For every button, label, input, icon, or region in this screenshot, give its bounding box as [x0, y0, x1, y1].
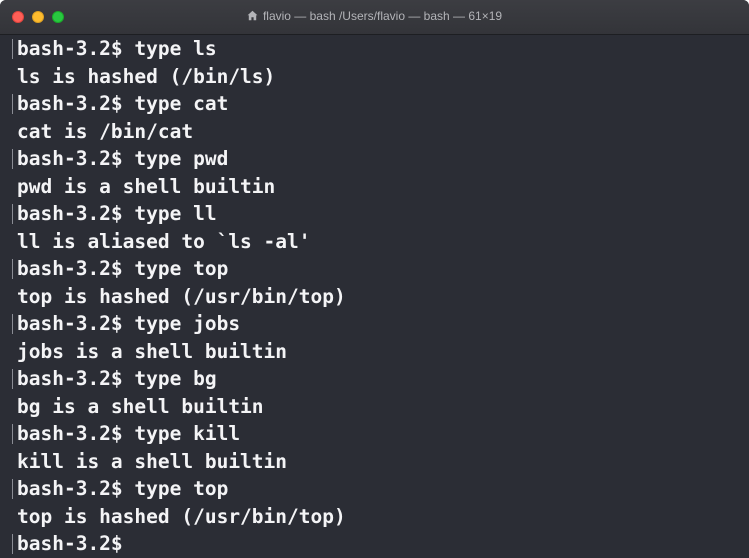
home-icon	[247, 10, 258, 21]
window-title: flavio — bash /Users/flavio — bash — 61×…	[0, 9, 749, 23]
terminal-window: flavio — bash /Users/flavio — bash — 61×…	[0, 0, 749, 558]
output-line: kill is a shell builtin	[17, 449, 288, 473]
prompt-line: bash-3.2$ type jobs	[12, 310, 749, 338]
prompt-line: bash-3.2$ type cat	[12, 90, 749, 118]
prompt-line: bash-3.2$ type pwd	[12, 145, 749, 173]
prompt-line: bash-3.2$ type kill	[12, 420, 749, 448]
output-line: ll is aliased to `ls -al'	[17, 229, 311, 253]
output-line: ls is hashed (/bin/ls)	[17, 64, 276, 88]
title-bar[interactable]: flavio — bash /Users/flavio — bash — 61×…	[0, 0, 749, 35]
terminal-output[interactable]: bash-3.2$ type ls ls is hashed (/bin/ls) b…	[0, 35, 749, 558]
prompt-line: bash-3.2$ type ll	[12, 200, 749, 228]
output-line: pwd is a shell builtin	[17, 174, 276, 198]
output-line: cat is /bin/cat	[17, 119, 194, 143]
prompt-line: bash-3.2$ type top	[12, 255, 749, 283]
window-title-text: flavio — bash /Users/flavio — bash — 61×…	[262, 9, 503, 23]
prompt-line: bash-3.2$ type top	[12, 475, 749, 503]
output-line: jobs is a shell builtin	[17, 339, 288, 363]
prompt-line: bash-3.2$ type ls	[12, 35, 749, 63]
output-line: top is hashed (/usr/bin/top)	[17, 284, 346, 308]
prompt-line: bash-3.2$ type bg	[12, 365, 749, 393]
output-line: top is hashed (/usr/bin/top)	[17, 504, 346, 528]
prompt-line: bash-3.2$	[12, 530, 749, 558]
output-line: bg is a shell builtin	[17, 394, 264, 418]
